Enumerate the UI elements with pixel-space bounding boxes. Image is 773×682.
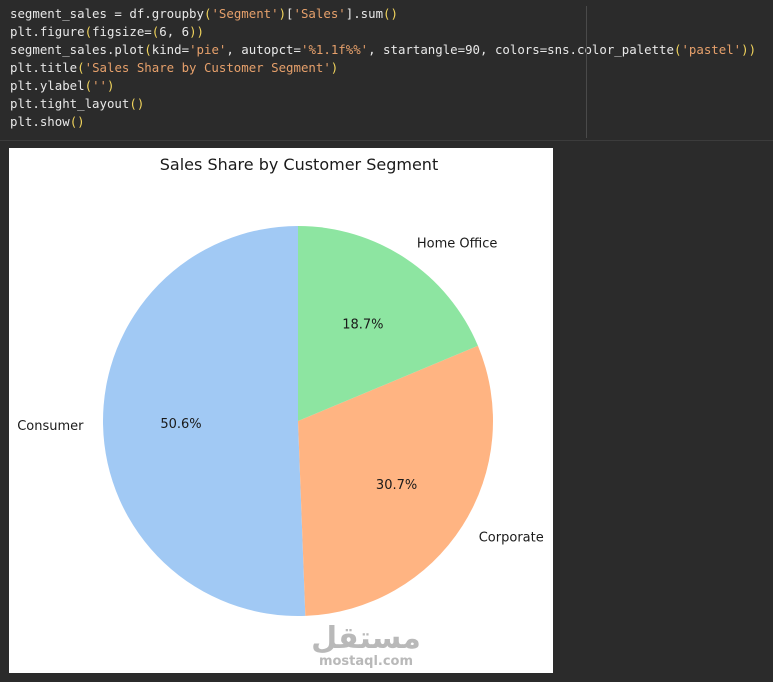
slice-percent-label: 30.7% — [376, 478, 417, 493]
slice-percent-label: 50.6% — [160, 417, 201, 432]
code-token: )) — [189, 24, 204, 39]
code-token: () — [129, 96, 145, 111]
code-token: 6, 6 — [159, 24, 190, 39]
mostaql-watermark: مستقل mostaql.com — [311, 621, 421, 669]
code-token: 'pastel' — [681, 42, 742, 57]
code-line: plt.show() — [10, 113, 756, 131]
code-token: ].sum — [345, 6, 384, 21]
code-token: ( — [84, 24, 93, 39]
watermark-latin: mostaql.com — [319, 654, 413, 669]
slice-label: Corporate — [479, 531, 544, 546]
code-token: ( — [144, 42, 152, 57]
code-token: [ — [286, 6, 294, 21]
code-token: ) — [330, 60, 339, 75]
code-line: plt.ylabel('') — [10, 77, 756, 95]
code-token: )) — [741, 42, 757, 57]
code-token: plt.figure — [10, 24, 85, 39]
code-token: ) — [107, 78, 115, 93]
code-token: '' — [92, 78, 107, 93]
code-token: figsize= — [92, 24, 152, 39]
code-token: kind= — [151, 42, 190, 57]
code-token: segment_sales.plot — [10, 42, 145, 57]
code-line: segment_sales = df.groupby('Segment')['S… — [10, 5, 756, 23]
code-line: plt.title('Sales Share by Customer Segme… — [10, 59, 756, 77]
code-token: 'Segment' — [211, 6, 279, 21]
chart-title: Sales Share by Customer Segment — [160, 155, 438, 174]
code-block[interactable]: segment_sales = df.groupby('Segment')['S… — [10, 5, 756, 131]
code-token: () — [69, 114, 85, 129]
code-cell[interactable]: segment_sales = df.groupby('Segment')['S… — [0, 0, 773, 141]
code-token: plt.ylabel — [10, 78, 85, 93]
code-token: 'Sales' — [293, 6, 346, 21]
pie-chart-figure: Sales Share by Customer Segment Consumer… — [9, 148, 553, 673]
code-token: 'Sales Share by Customer Segment' — [84, 60, 331, 75]
pie-slice-consumer — [103, 226, 306, 616]
code-token: '%1.1f%%' — [300, 42, 369, 57]
code-token: ( — [84, 78, 93, 93]
code-token: , autopct= — [226, 42, 301, 57]
code-line: plt.figure(figsize=(6, 6)) — [10, 23, 756, 41]
code-token: plt.title — [10, 60, 78, 75]
slice-label: Home Office — [417, 236, 497, 251]
code-token: plt.show — [10, 114, 70, 129]
code-divider — [586, 6, 587, 138]
code-token: plt.tight_layout — [10, 96, 130, 111]
code-line: segment_sales.plot(kind='pie', autopct='… — [10, 41, 756, 59]
code-token: ( — [77, 60, 85, 75]
watermark-arabic: مستقل — [311, 621, 421, 656]
pie-chart: Sales Share by Customer Segment Consumer… — [17, 155, 544, 669]
slice-percent-label: 18.7% — [342, 318, 383, 333]
code-token: segment_sales = df.groupby — [10, 6, 204, 21]
code-line: plt.tight_layout() — [10, 95, 756, 113]
code-token: ) — [278, 6, 287, 21]
slice-label: Consumer — [17, 419, 84, 434]
code-token: 'pie' — [189, 42, 227, 57]
code-token: () — [383, 6, 398, 21]
code-token: , startangle=90, colors=sns.color_palett… — [368, 42, 674, 57]
